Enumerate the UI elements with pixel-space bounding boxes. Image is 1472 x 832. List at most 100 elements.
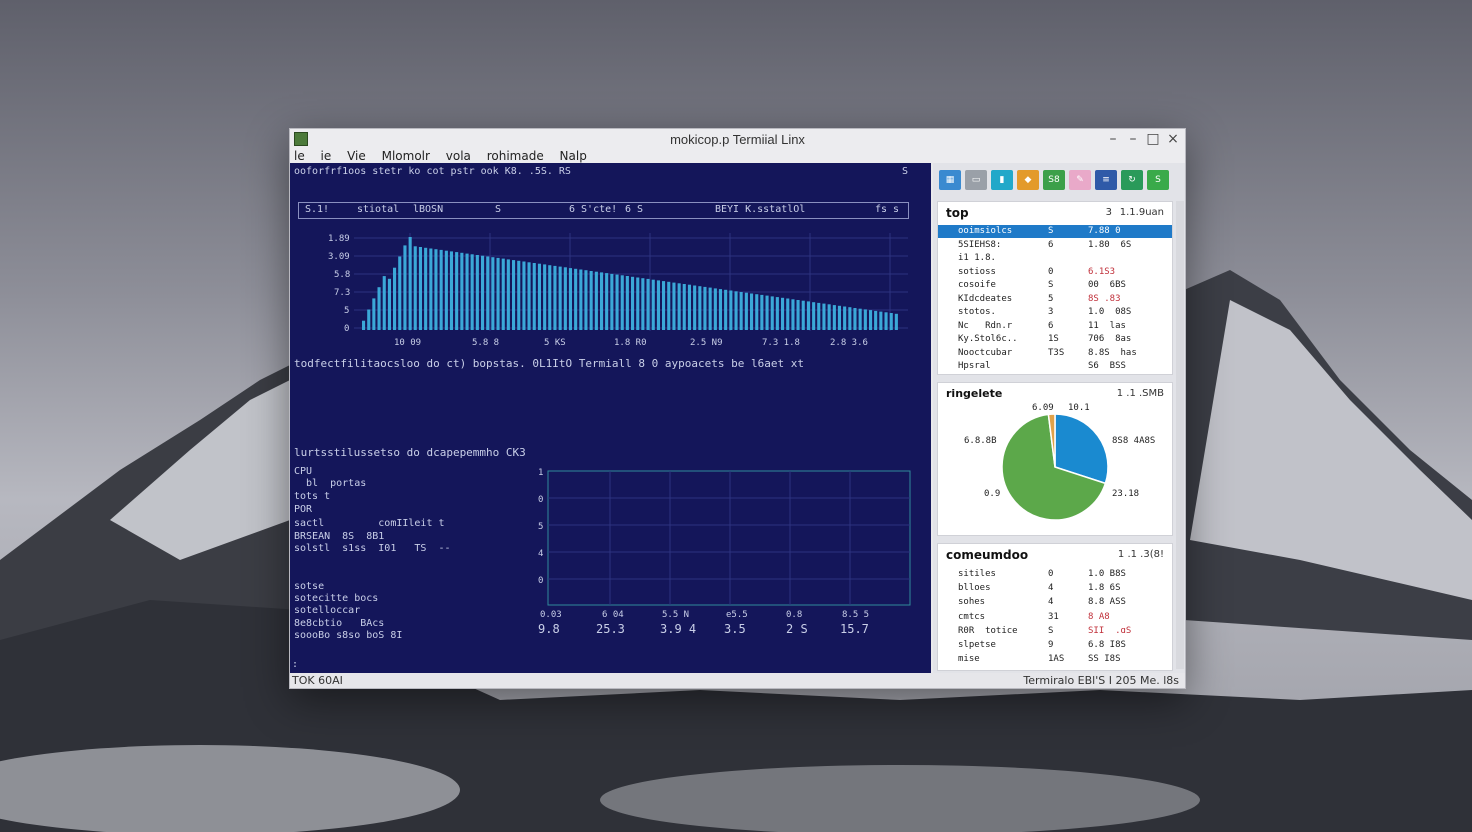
stats-table-row: S.1! stiotal lBOSN S 6 S'cte! 6 S BEYI K… bbox=[298, 202, 909, 219]
histogram-bar bbox=[843, 306, 847, 330]
process-count: 0 bbox=[1048, 266, 1054, 277]
process-value: 8S .83 bbox=[1088, 293, 1121, 304]
sheet-icon[interactable]: S8 bbox=[1043, 170, 1065, 190]
histogram-bar bbox=[750, 293, 754, 330]
process-row[interactable]: R0R totice S SII .ɑS bbox=[938, 625, 1172, 638]
dollar-icon[interactable]: S bbox=[1147, 170, 1169, 190]
panel-title: comeumdoo bbox=[946, 548, 1029, 562]
histogram-bar bbox=[579, 269, 583, 330]
histogram-bar bbox=[765, 295, 769, 330]
process-row[interactable]: Hpsral S6 BSS bbox=[938, 360, 1172, 373]
line-chart-panel: 1 0 5 4 0 0.03 6 04 5.5 N e5.5 0.8 8.5 5… bbox=[538, 468, 911, 636]
process-row[interactable]: cosoife S 00 6BS bbox=[938, 279, 1172, 292]
x-tick: 0.03 bbox=[540, 610, 562, 620]
close-button[interactable]: × bbox=[1165, 131, 1181, 147]
x-value-label: 2 S bbox=[786, 622, 808, 636]
process-name: sotioss bbox=[958, 266, 996, 277]
menu-item-tools[interactable]: vola bbox=[446, 149, 471, 163]
process-name: R0R totice bbox=[958, 625, 1018, 636]
process-row[interactable]: i1 1.8. bbox=[938, 252, 1172, 265]
refresh-icon[interactable]: ↻ bbox=[1121, 170, 1143, 190]
stats-cell: S bbox=[495, 204, 502, 215]
histogram-bar bbox=[677, 283, 681, 330]
x-tick: 5.8 8 bbox=[472, 338, 499, 348]
histogram-bar bbox=[475, 255, 479, 330]
process-value: 8.8S has bbox=[1088, 347, 1137, 358]
pie-label: 23.18 bbox=[1112, 489, 1139, 499]
stack-icon[interactable]: ≡ bbox=[1095, 170, 1117, 190]
process-row[interactable]: Nooctcubar T3S 8.8S has bbox=[938, 347, 1172, 360]
histogram-bar bbox=[672, 282, 676, 330]
process-count: T3S bbox=[1048, 347, 1065, 358]
menu-item-terminal[interactable]: rohimade bbox=[487, 149, 544, 163]
y-tick: 1.89 bbox=[328, 234, 350, 244]
x-tick: 7.3 1.8 bbox=[762, 338, 800, 348]
process-row[interactable]: mise 1AS SS I8S bbox=[938, 653, 1172, 666]
process-row[interactable]: slpetse 9 6.8 I8S bbox=[938, 639, 1172, 652]
process-name: KIdcdeates bbox=[958, 293, 1013, 304]
process-name: cosoife bbox=[958, 280, 996, 290]
pie-label: 8S8 4A8S bbox=[1112, 436, 1155, 446]
package-icon[interactable]: ◆ bbox=[1017, 170, 1039, 190]
pen-icon[interactable]: ✎ bbox=[1069, 170, 1091, 190]
minimize-alt-button[interactable]: – bbox=[1125, 131, 1141, 147]
histogram-bar bbox=[372, 298, 376, 330]
histogram-bar bbox=[718, 289, 722, 330]
minimize-button[interactable]: – bbox=[1105, 131, 1121, 147]
output-line: sotelloccar bbox=[294, 605, 361, 616]
menu-item-edit[interactable]: ie bbox=[321, 149, 332, 163]
x-tick: 8.5 5 bbox=[842, 610, 869, 620]
process-name: cmtcs bbox=[958, 611, 986, 622]
process-row[interactable]: stotos. 3 1.0 08S bbox=[938, 306, 1172, 319]
process-name: Ky.Stol6c.. bbox=[958, 334, 1018, 344]
process-row[interactable]: sitiles 0 1.0 B8S bbox=[938, 568, 1172, 581]
histogram-bar bbox=[858, 308, 862, 330]
sidebar-scrollbar[interactable] bbox=[1176, 201, 1184, 669]
histogram-bar bbox=[744, 292, 748, 330]
image-icon[interactable]: ▭ bbox=[965, 170, 987, 190]
process-value: 00 6BS bbox=[1088, 280, 1126, 290]
menu-item-view[interactable]: Vie bbox=[347, 149, 366, 163]
maximize-button[interactable]: □ bbox=[1145, 131, 1161, 147]
terminal-area[interactable]: ooforfrf1oos stetr ko cot pstr ook K8. .… bbox=[290, 163, 931, 673]
status-right: Termiralo EBl'S I 205 Me. l8s bbox=[1023, 674, 1179, 687]
process-name: i1 1.8. bbox=[958, 253, 996, 263]
histogram-bar bbox=[527, 262, 531, 330]
histogram-bar bbox=[600, 272, 604, 330]
process-row[interactable]: cmtcs 31 8 A8 bbox=[938, 611, 1172, 624]
title-bar[interactable]: mokicop.p Termiial Linx – – □ × bbox=[290, 129, 1185, 149]
histogram-bar bbox=[796, 300, 800, 330]
process-row[interactable]: KIdcdeates 5 8S .83 bbox=[938, 293, 1172, 306]
grid-icon[interactable]: ▦ bbox=[939, 170, 961, 190]
histogram-bar bbox=[496, 257, 500, 330]
output-line: sactl comIIleit t bbox=[294, 518, 445, 529]
pie-label: 6.09 bbox=[1032, 403, 1054, 413]
process-row[interactable]: sotioss 0 6.1S3 bbox=[938, 266, 1172, 279]
histogram-bar bbox=[636, 277, 640, 330]
process-count: 6 bbox=[1048, 239, 1054, 250]
histogram-bar bbox=[848, 307, 852, 330]
terminal-icon[interactable]: ▮ bbox=[991, 170, 1013, 190]
process-count: 9 bbox=[1048, 640, 1054, 650]
process-row[interactable]: Nc Rdn.r 6 11 las bbox=[938, 320, 1172, 333]
histogram-bar bbox=[512, 260, 516, 330]
menu-item-file[interactable]: le bbox=[294, 149, 305, 163]
menu-item-monitor[interactable]: Mlomolr bbox=[382, 149, 430, 163]
process-row[interactable]: ooimsiolcs S 7.88 0 bbox=[938, 225, 1172, 238]
process-row[interactable]: 5SIEHS8: 6 1.80 6S bbox=[938, 239, 1172, 252]
process-row[interactable]: blloes 4 1.8 6S bbox=[938, 582, 1172, 595]
histogram-bar bbox=[584, 270, 588, 330]
histogram-bar bbox=[827, 304, 831, 330]
process-row[interactable]: sohes 4 8.8 ASS bbox=[938, 596, 1172, 609]
histogram-bar bbox=[548, 265, 552, 330]
menu-item-help[interactable]: Nalp bbox=[560, 149, 587, 163]
output-line: sotse bbox=[294, 581, 325, 592]
histogram-bar bbox=[615, 274, 619, 330]
stats-cell: BEYI K.sstatlOl bbox=[715, 204, 806, 215]
histogram-bar bbox=[491, 257, 495, 330]
histogram-bar bbox=[444, 250, 448, 330]
x-tick: 10 09 bbox=[394, 338, 421, 348]
terminal-prompt[interactable]: : bbox=[292, 659, 298, 670]
histogram-bar bbox=[465, 253, 469, 330]
process-row[interactable]: Ky.Stol6c.. 1S 706 8as bbox=[938, 333, 1172, 346]
